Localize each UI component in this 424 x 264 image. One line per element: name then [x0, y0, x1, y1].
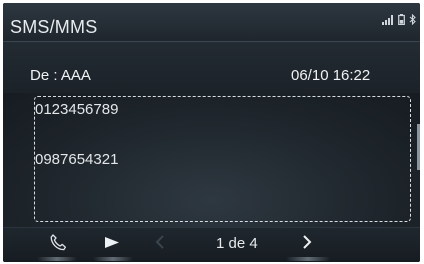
sms-screen: SMS/MMS De: AAA 06/10 16:22 0123456789 … [3, 3, 420, 262]
title-bar: SMS/MMS [3, 3, 420, 42]
next-button-highlight [286, 257, 330, 261]
from-label: De : [30, 67, 58, 84]
chevron-left-icon[interactable] [155, 235, 165, 257]
message-line[interactable]: 0987654321 [35, 152, 118, 167]
page-indicator: 1 de 4 [216, 235, 258, 252]
scrollbar-thumb[interactable] [417, 124, 420, 170]
call-button-highlight [37, 257, 77, 261]
sender-field: De : AAA [30, 68, 91, 83]
message-line[interactable]: 0123456789 [35, 102, 118, 117]
message-header: De : AAA 06/10 16:22 [3, 42, 420, 93]
phone-icon[interactable] [49, 234, 67, 256]
message-datetime: 06/10 16:22 [291, 67, 371, 84]
sender-name: AAA [60, 67, 91, 84]
play-icon[interactable] [104, 236, 120, 258]
control-bar: 1 de 4 [3, 227, 420, 262]
signal-bars-icon [382, 12, 394, 30]
app-title: SMS/MMS [10, 17, 98, 37]
bluetooth-icon [409, 12, 416, 30]
chevron-right-icon[interactable] [302, 235, 312, 257]
status-icons [382, 12, 416, 30]
battery-icon [398, 12, 405, 30]
